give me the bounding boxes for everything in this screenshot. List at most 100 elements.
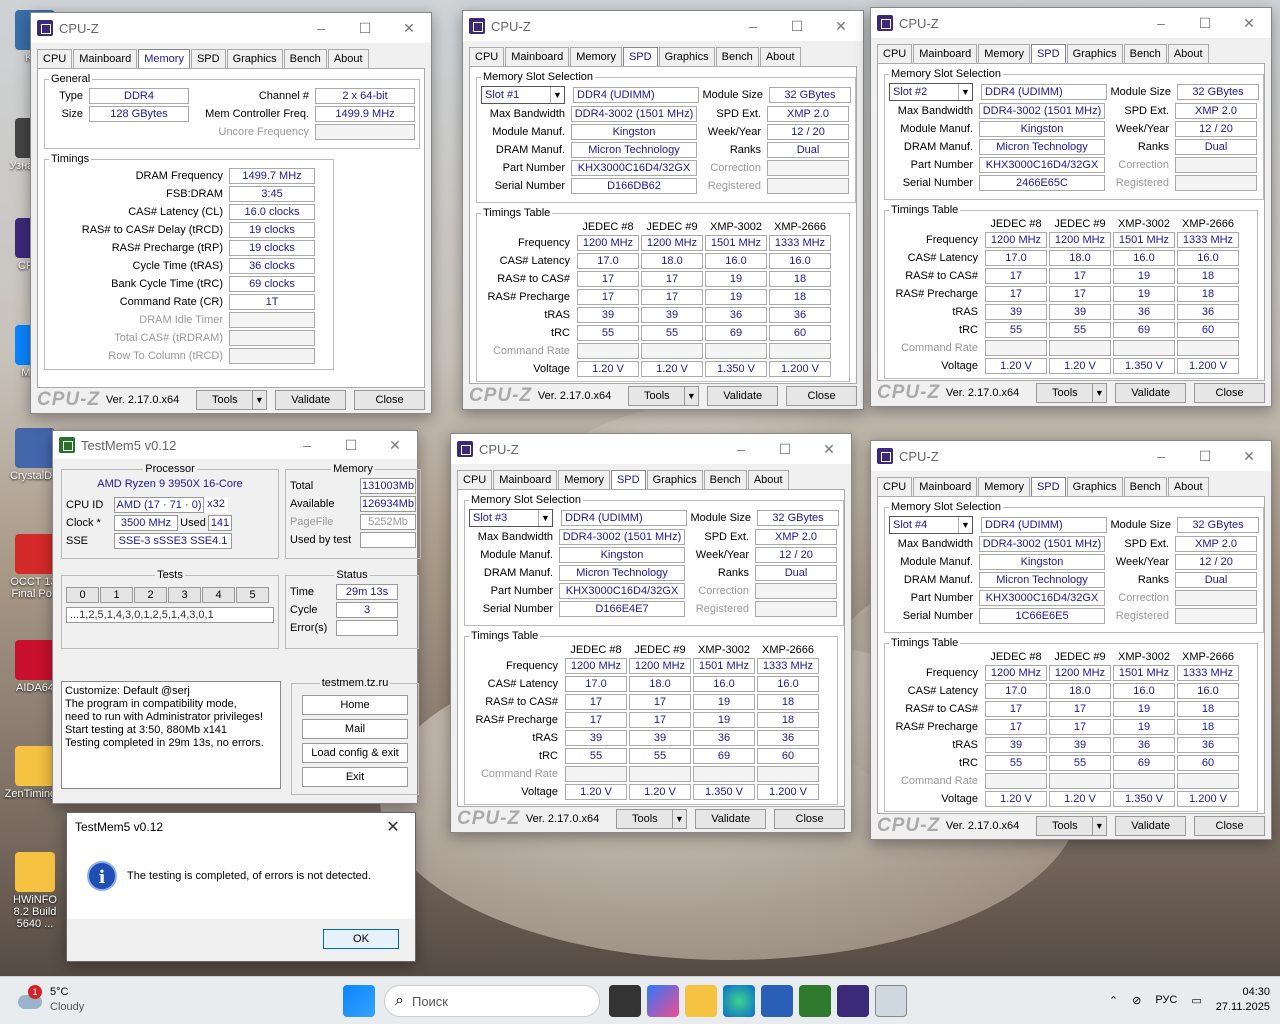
maximize-button[interactable]: ☐ (775, 18, 819, 35)
exit-button[interactable]: Exit (302, 767, 408, 787)
validate-button[interactable]: Validate (707, 386, 779, 406)
tab-cpu[interactable]: CPU (877, 44, 913, 63)
close-button[interactable]: Close (1194, 816, 1266, 836)
maximize-button[interactable]: ☐ (1183, 448, 1227, 465)
tab-graphics[interactable]: Graphics (226, 49, 283, 68)
title-bar[interactable]: CPU-Z – ☐ ✕ (463, 11, 863, 41)
tab-cpu[interactable]: CPU (457, 470, 493, 489)
close-window-button[interactable]: ✕ (387, 20, 431, 37)
tab-graphics[interactable]: Graphics (1066, 477, 1123, 496)
close-window-button[interactable]: ✕ (807, 441, 851, 458)
display-icon[interactable]: ▭ (1191, 994, 1201, 1007)
tools-button[interactable]: Tools ▼ (196, 390, 268, 410)
task-view-icon[interactable] (609, 985, 641, 1017)
tab-memory[interactable]: Memory (978, 44, 1030, 63)
tab-bench[interactable]: Bench (1123, 477, 1167, 496)
desktop-icon[interactable]: HWiNFO 8.2 Build 5640 ... (4, 852, 66, 930)
title-bar[interactable]: CPU-Z – ☐ ✕ (451, 434, 851, 464)
tab-memory[interactable]: Memory (558, 470, 610, 489)
tab-about[interactable]: About (759, 47, 801, 66)
minimize-button[interactable]: – (719, 441, 763, 457)
minimize-button[interactable]: – (731, 18, 775, 34)
language-indicator[interactable]: РУС (1155, 994, 1177, 1006)
chevron-down-icon[interactable]: ▼ (671, 810, 686, 828)
home-button[interactable]: Home (302, 695, 408, 715)
store-icon[interactable] (761, 985, 793, 1017)
slot-select[interactable]: Slot #1 ▼ (481, 86, 565, 104)
tab-mainboard[interactable]: Mainboard (73, 49, 138, 68)
chevron-up-icon[interactable]: ⌃ (1109, 994, 1118, 1007)
tools-button[interactable]: Tools ▼ (628, 386, 700, 406)
chevron-down-icon[interactable]: ▼ (251, 391, 266, 409)
close-window-button[interactable]: ✕ (1227, 15, 1271, 32)
ok-button[interactable]: OK (323, 929, 399, 949)
tab-memory[interactable]: Memory (978, 477, 1030, 496)
tab-graphics[interactable]: Graphics (646, 470, 703, 489)
close-button[interactable]: Close (354, 390, 426, 410)
tab-mainboard[interactable]: Mainboard (913, 44, 978, 63)
dialog-close-icon[interactable]: ✕ (371, 817, 415, 837)
load-config-button[interactable]: Load config & exit (302, 743, 408, 763)
slot-select[interactable]: Slot #3 ▼ (469, 509, 553, 527)
close-window-button[interactable]: ✕ (819, 18, 863, 35)
tab-spd[interactable]: SPD (1030, 44, 1066, 63)
close-window-button[interactable]: ✕ (1227, 448, 1271, 465)
tab-spd[interactable]: SPD (1030, 477, 1066, 496)
start-windows-icon[interactable] (343, 985, 375, 1017)
taskbar-search[interactable]: ⌕ Поиск (384, 985, 600, 1017)
tab-about[interactable]: About (1167, 44, 1209, 63)
tab-bench[interactable]: Bench (1123, 44, 1167, 63)
file-explorer-icon[interactable] (685, 985, 717, 1017)
tab-mainboard[interactable]: Mainboard (913, 477, 978, 496)
tab-bench[interactable]: Bench (283, 49, 327, 68)
minimize-button[interactable]: – (1139, 15, 1183, 31)
close-button[interactable]: Close (1194, 383, 1266, 403)
tools-button[interactable]: Tools ▼ (1036, 383, 1108, 403)
tab-spd[interactable]: SPD (610, 470, 646, 489)
minimize-button[interactable]: – (299, 20, 343, 36)
tools-button[interactable]: Tools ▼ (616, 809, 688, 829)
edge-icon[interactable] (723, 985, 755, 1017)
weather-widget[interactable]: 1 5°C Cloudy (16, 985, 84, 1015)
maximize-button[interactable]: ☐ (763, 441, 807, 458)
m365-icon[interactable] (647, 985, 679, 1017)
tab-cpu[interactable]: CPU (469, 47, 505, 66)
minimize-button[interactable]: – (1139, 448, 1183, 464)
tools-button[interactable]: Tools ▼ (1036, 816, 1108, 836)
tab-about[interactable]: About (1167, 477, 1209, 496)
tab-graphics[interactable]: Graphics (658, 47, 715, 66)
tab-mainboard[interactable]: Mainboard (505, 47, 570, 66)
chevron-down-icon[interactable]: ▼ (683, 387, 698, 405)
tab-cpu[interactable]: CPU (877, 477, 913, 496)
validate-button[interactable]: Validate (275, 390, 347, 410)
tab-about[interactable]: About (747, 470, 789, 489)
tab-about[interactable]: About (327, 49, 369, 68)
testmem-task-icon[interactable] (799, 985, 831, 1017)
mail-button[interactable]: Mail (302, 719, 408, 739)
close-button[interactable]: Close (786, 386, 858, 406)
close-button[interactable]: Close (774, 809, 846, 829)
tab-graphics[interactable]: Graphics (1066, 44, 1123, 63)
clock[interactable]: 04:30 27.11.2025 (1216, 985, 1270, 1015)
cpuz-task-icon[interactable] (837, 985, 869, 1017)
validate-button[interactable]: Validate (1115, 816, 1187, 836)
tab-memory[interactable]: Memory (570, 47, 622, 66)
tab-cpu[interactable]: CPU (37, 49, 73, 68)
maximize-button[interactable]: ☐ (1183, 15, 1227, 32)
close-window-button[interactable]: ✕ (373, 437, 417, 454)
tab-mainboard[interactable]: Mainboard (493, 470, 558, 489)
app-task-icon[interactable] (875, 985, 907, 1017)
maximize-button[interactable]: ☐ (329, 437, 373, 454)
tab-spd[interactable]: SPD (622, 47, 658, 66)
title-bar[interactable]: CPU-Z – ☐ ✕ (31, 13, 431, 43)
chevron-down-icon[interactable]: ▼ (1091, 384, 1106, 402)
network-off-icon[interactable]: ⊘ (1132, 994, 1141, 1007)
tab-spd[interactable]: SPD (190, 49, 226, 68)
minimize-button[interactable]: – (285, 437, 329, 453)
slot-select[interactable]: Slot #2 ▼ (889, 83, 973, 101)
validate-button[interactable]: Validate (695, 809, 767, 829)
slot-select[interactable]: Slot #4 ▼ (889, 516, 973, 534)
title-bar[interactable]: CPU-Z – ☐ ✕ (871, 8, 1271, 38)
chevron-down-icon[interactable]: ▼ (1091, 817, 1106, 835)
validate-button[interactable]: Validate (1115, 383, 1187, 403)
